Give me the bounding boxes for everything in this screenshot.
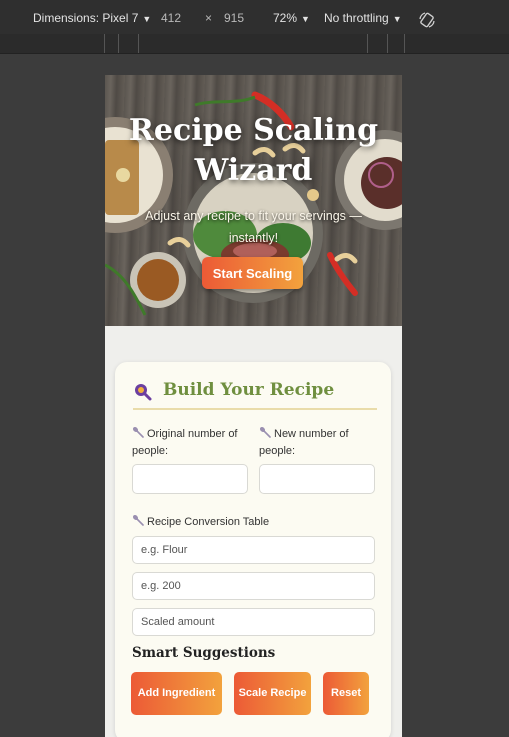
zoom-dropdown[interactable]: 72% ▼ xyxy=(273,11,310,25)
spoon-icon xyxy=(132,514,144,526)
card-title: Build Your Recipe xyxy=(163,380,335,400)
scale-recipe-button[interactable]: Scale Recipe xyxy=(234,672,311,715)
hero-subtitle: Adjust any recipe to fit your servings —… xyxy=(145,209,362,245)
new-people-label: New number of people: xyxy=(259,426,377,460)
rotate-icon[interactable] xyxy=(418,11,436,29)
media-query-ruler xyxy=(0,34,509,54)
original-people-input[interactable] xyxy=(132,464,248,494)
new-people-input[interactable] xyxy=(259,464,375,494)
ingredient-amount-input[interactable] xyxy=(132,572,375,600)
throttling-dropdown[interactable]: No throttling ▼ xyxy=(324,11,402,25)
hero-title: Recipe Scaling Wizard xyxy=(128,113,379,188)
chevron-down-icon: ▼ xyxy=(392,14,402,24)
ingredient-name-input[interactable] xyxy=(132,536,375,564)
conversion-table-label-text: Recipe Conversion Table xyxy=(147,516,270,528)
chevron-down-icon: ▼ xyxy=(142,14,152,24)
original-people-label: Original number of people: xyxy=(132,426,250,460)
card-header: Build Your Recipe xyxy=(133,380,377,410)
magnifier-icon xyxy=(135,384,152,401)
device-viewport: Recipe Scaling Wizard Adjust any recipe … xyxy=(105,75,402,737)
device-width-input[interactable]: 412 xyxy=(161,11,181,25)
hero-banner: Recipe Scaling Wizard Adjust any recipe … xyxy=(105,75,402,326)
smart-suggestions-title: Smart Suggestions xyxy=(132,645,276,661)
spoon-icon xyxy=(132,426,144,438)
reset-button[interactable]: Reset xyxy=(323,672,369,715)
start-scaling-button[interactable]: Start Scaling xyxy=(202,257,303,289)
throttling-label: No throttling xyxy=(324,11,389,25)
chevron-down-icon: ▼ xyxy=(301,14,310,24)
devtools-device-toolbar: Dimensions: Pixel 7 ▼ 412 × 915 72% ▼ No t… xyxy=(0,0,509,35)
build-recipe-card: Build Your Recipe Original number of peo… xyxy=(115,362,391,737)
device-dimensions-dropdown[interactable]: Dimensions: Pixel 7 ▼ xyxy=(33,11,151,25)
original-people-label-text: Original number of people: xyxy=(132,428,238,457)
add-ingredient-button[interactable]: Add Ingredient xyxy=(131,672,222,715)
device-height-input[interactable]: 915 xyxy=(224,11,244,25)
new-people-label-text: New number of people: xyxy=(259,428,349,457)
conversion-table-label: Recipe Conversion Table xyxy=(132,514,372,531)
zoom-label: 72% xyxy=(273,11,298,25)
spoon-icon xyxy=(259,426,271,438)
scaled-amount-input[interactable] xyxy=(132,608,375,636)
device-dimensions-label: Dimensions: Pixel 7 xyxy=(33,11,139,25)
dimension-times-sign: × xyxy=(205,11,213,25)
